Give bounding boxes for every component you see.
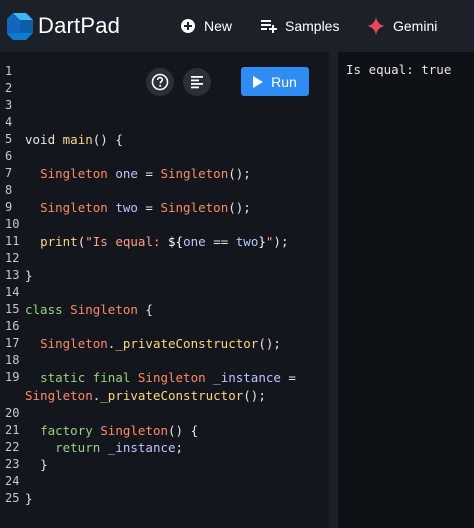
play-icon	[253, 75, 264, 88]
help-icon	[151, 73, 169, 91]
console-output: Is equal: true	[338, 52, 474, 528]
line-number: 23	[5, 457, 20, 471]
line-number: 18	[5, 353, 20, 367]
line-number: 20	[5, 406, 20, 420]
help-button[interactable]	[146, 68, 174, 96]
format-align-icon	[191, 76, 203, 89]
add-circle-icon	[181, 19, 195, 33]
line-number: 25	[5, 491, 20, 505]
code-editor[interactable]: 1 2 3 4 5 6 7 8 9 10 11 12 13 14 15 16 1…	[0, 52, 329, 528]
line-number: 4	[5, 115, 13, 129]
code-line-15: class Singleton {	[25, 302, 153, 317]
code-line-9: Singleton two = Singleton();	[40, 200, 251, 215]
gemini-button[interactable]: Gemini	[367, 15, 437, 37]
run-label: Run	[271, 73, 297, 90]
code-line-23: }	[40, 457, 48, 472]
line-number: 10	[5, 217, 20, 231]
code-line-22: return _instance;	[55, 440, 184, 455]
line-number: 5	[5, 132, 13, 146]
format-code-button[interactable]	[183, 68, 211, 96]
panel-divider[interactable]	[329, 52, 338, 528]
line-number: 2	[5, 81, 13, 95]
output-text: Is equal: true	[346, 62, 452, 77]
line-number: 15	[5, 302, 20, 316]
code-line-21: factory Singleton() {	[40, 423, 199, 438]
line-number: 16	[5, 319, 20, 333]
samples-button[interactable]: Samples	[261, 15, 339, 37]
code-line-19: static final Singleton _instance =	[40, 370, 296, 385]
line-number: 24	[5, 474, 20, 488]
code-line-11: print("Is equal: ${one == two}");	[40, 234, 289, 249]
new-button[interactable]: New	[180, 15, 232, 37]
line-number: 12	[5, 251, 20, 265]
line-number: 3	[5, 98, 13, 112]
samples-label: Samples	[285, 18, 340, 34]
new-label: New	[204, 18, 233, 34]
line-number: 1	[5, 64, 13, 78]
code-line-17: Singleton._privateConstructor();	[40, 336, 281, 351]
code-line-7: Singleton one = Singleton();	[40, 166, 251, 181]
code-line-5: void main() {	[25, 132, 123, 147]
top-bar: DartPad New Samples Gemini	[0, 0, 474, 52]
playlist-add-icon	[261, 20, 277, 33]
line-number: 9	[5, 200, 13, 214]
line-number: 19	[5, 370, 20, 384]
run-button[interactable]: Run	[241, 67, 309, 96]
line-number-gutter: 1 2 3 4 5 6 7 8 9 10 11 12 13 14 15 16 1…	[0, 52, 24, 528]
line-number: 6	[5, 149, 13, 163]
line-number: 14	[5, 285, 20, 299]
line-number: 17	[5, 336, 20, 350]
code-line-13: }	[25, 268, 33, 283]
line-number: 8	[5, 183, 13, 197]
gemini-sparkle-icon	[367, 17, 385, 35]
line-number: 11	[5, 234, 20, 248]
code-line-25: }	[25, 491, 33, 506]
gemini-label: Gemini	[393, 18, 438, 34]
dart-logo-icon	[7, 13, 33, 40]
code-line-19-wrap: Singleton._privateConstructor();	[25, 388, 266, 403]
line-number: 7	[5, 166, 13, 180]
line-number: 22	[5, 440, 20, 454]
line-number: 21	[5, 423, 20, 437]
line-number: 13	[5, 268, 20, 282]
app-title: DartPad	[38, 13, 121, 38]
